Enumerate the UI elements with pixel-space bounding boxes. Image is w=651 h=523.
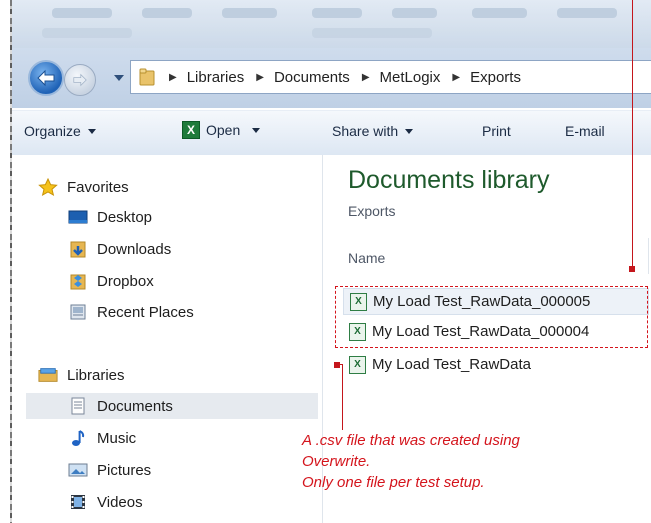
column-separator[interactable]: [648, 238, 649, 274]
breadcrumb-metlogix[interactable]: MetLogix: [380, 69, 441, 86]
pictures-icon: [68, 461, 88, 479]
desktop-icon: [68, 208, 88, 226]
annotation-dot-top: [629, 266, 635, 272]
csv-file-icon: X: [349, 355, 366, 374]
annotation-highlight-box: [335, 286, 648, 348]
dropbox-icon: [68, 272, 88, 290]
forward-arrow-icon: [73, 73, 87, 87]
column-header-name[interactable]: Name: [348, 250, 385, 266]
breadcrumb-exports[interactable]: Exports: [470, 69, 521, 86]
navigation-pane: [12, 155, 322, 523]
nav-favorites[interactable]: Favorites: [38, 174, 129, 200]
dropbox-label: Dropbox: [97, 272, 154, 290]
share-with-label: Share with: [332, 123, 399, 139]
forward-button[interactable]: [64, 64, 96, 96]
libraries-icon: [38, 366, 58, 384]
nav-libraries[interactable]: Libraries: [38, 362, 125, 388]
excel-icon: X: [182, 121, 200, 139]
email-label: E-mail: [565, 123, 605, 139]
print-button[interactable]: Print: [482, 123, 511, 139]
downloads-label: Downloads: [97, 240, 172, 258]
libraries-label: Libraries: [67, 366, 125, 384]
chevron-down-icon: [252, 127, 261, 133]
downloads-folder-icon: [68, 240, 88, 258]
command-bar: Organize X Open Share with Print E-mail: [12, 110, 651, 156]
pictures-label: Pictures: [97, 461, 152, 479]
nav-item-downloads[interactable]: Downloads: [68, 236, 171, 262]
nav-item-dropbox[interactable]: Dropbox: [68, 268, 154, 294]
email-button[interactable]: E-mail: [565, 123, 605, 139]
documents-icon: [68, 397, 88, 415]
favorites-label: Favorites: [67, 178, 129, 196]
organize-label: Organize: [24, 123, 81, 139]
file-name: My Load Test_RawData: [372, 356, 531, 373]
star-icon: [38, 178, 58, 196]
chevron-down-icon: [405, 128, 414, 134]
recent-places-label: Recent Places: [97, 303, 194, 321]
library-subtitle: Exports: [348, 203, 396, 219]
music-label: Music: [97, 429, 137, 447]
nav-item-desktop[interactable]: Desktop: [68, 204, 152, 230]
annotation-leader-tick: [336, 364, 343, 365]
nav-item-music[interactable]: Music: [68, 425, 136, 451]
videos-icon: [68, 493, 88, 511]
file-row[interactable]: X My Load Test_RawData: [343, 351, 649, 378]
documents-label: Documents: [97, 397, 173, 415]
organize-button[interactable]: Organize: [24, 123, 96, 139]
back-button[interactable]: [28, 60, 64, 96]
address-bar[interactable]: ▶ Libraries ▶ Documents ▶ MetLogix ▶ Exports: [130, 60, 651, 94]
nav-item-documents[interactable]: Documents: [26, 393, 318, 419]
music-icon: [68, 429, 88, 447]
open-button[interactable]: X Open: [182, 121, 261, 139]
nav-item-pictures[interactable]: Pictures: [68, 457, 151, 483]
share-with-button[interactable]: Share with: [332, 123, 414, 139]
breadcrumb-documents[interactable]: Documents: [274, 69, 350, 86]
videos-label: Videos: [97, 493, 143, 511]
annotation-line-1: A .csv file that was created using: [302, 432, 520, 449]
annotation-leader-top: [632, 0, 633, 268]
annotation-text: A .csv file that was created using Overw…: [302, 430, 520, 493]
nav-item-videos[interactable]: Videos: [68, 489, 143, 515]
nav-item-recent-places[interactable]: Recent Places: [68, 299, 194, 325]
library-title: Documents library: [348, 166, 550, 194]
folder-icon: [139, 68, 155, 86]
annotation-leader-bottom: [342, 364, 343, 430]
back-arrow-icon: [37, 69, 55, 87]
desktop-label: Desktop: [97, 208, 153, 226]
breadcrumb-libraries[interactable]: Libraries: [187, 69, 245, 86]
open-label: Open: [206, 122, 241, 138]
print-label: Print: [482, 123, 511, 139]
recent-places-icon: [68, 303, 88, 321]
annotation-line-3: Only one file per test setup.: [302, 474, 485, 491]
recent-pages-dropdown[interactable]: [114, 75, 124, 81]
title-bar: [12, 0, 651, 48]
explorer-window: ▶ Libraries ▶ Documents ▶ MetLogix ▶ Exports…: [0, 0, 651, 523]
chevron-down-icon: [87, 128, 96, 134]
annotation-line-2: Overwrite.: [302, 453, 371, 470]
annotation-dot-bottom: [334, 362, 340, 368]
